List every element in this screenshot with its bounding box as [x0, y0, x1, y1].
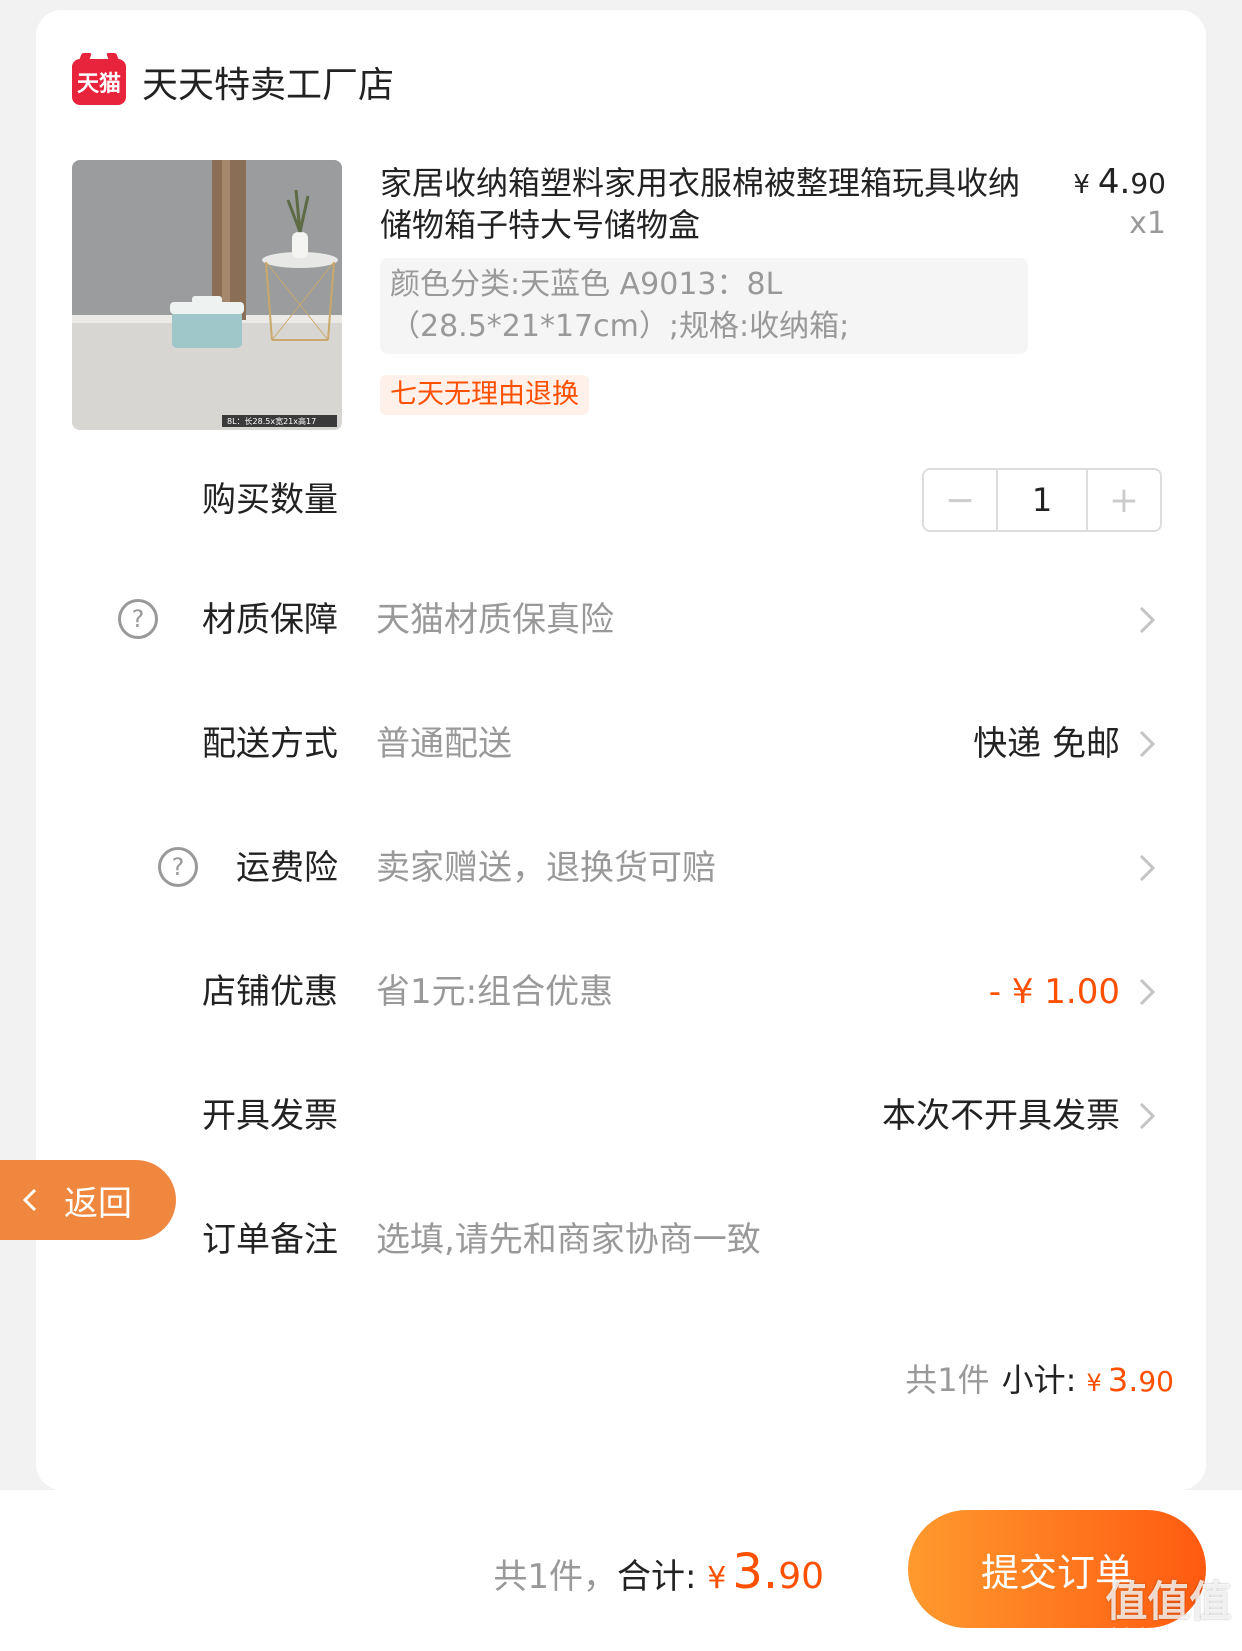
quantity-stepper[interactable]: − 1 + [922, 468, 1162, 532]
shipping-insurance-label: 运费险 [236, 848, 338, 888]
subtotal-label: 小计: [1001, 1361, 1077, 1399]
row-material-guarantee[interactable]: ? 材质保障 天猫材质保真险 [36, 580, 1206, 660]
material-desc: 天猫材质保真险 [376, 600, 614, 640]
row-shipping-insurance[interactable]: ? 运费险 卖家赠送，退换货可赔 [36, 828, 1206, 908]
product-title[interactable]: 家居收纳箱塑料家用衣服棉被整理箱玩具收纳储物箱子特大号储物盒 [380, 162, 1020, 246]
subtotal-amount: ¥3.90 [1086, 1361, 1174, 1399]
increase-button[interactable]: + [1088, 470, 1160, 530]
material-label: 材质保障 [202, 600, 338, 640]
delivery-desc: 普通配送 [376, 724, 512, 764]
product-price: ¥4.90 [1073, 162, 1166, 202]
row-delivery[interactable]: 配送方式 普通配送 快递 免邮 [36, 704, 1206, 784]
total-amount: ¥3.90 [707, 1544, 824, 1600]
decrease-button[interactable]: − [924, 470, 996, 530]
chevron-right-icon [1139, 606, 1156, 634]
chevron-right-icon [1139, 1102, 1156, 1130]
quantity-label: 购买数量 [202, 480, 338, 520]
row-invoice[interactable]: 开具发票 本次不开具发票 [36, 1076, 1206, 1156]
row-store-discount[interactable]: 店铺优惠 省1元:组合优惠 - ¥ 1.00 [36, 952, 1206, 1032]
image-caption: 8L：长28.5x宽21x高17 [227, 416, 316, 426]
row-quantity: 购买数量 − 1 + [36, 460, 1206, 540]
chevron-left-icon [22, 1188, 37, 1212]
order-note-input[interactable]: 选填,请先和商家协商一致 [376, 1200, 761, 1280]
order-card: 天猫 天天特卖工厂店 8L：长28.5x宽21x高17 家居收纳箱塑料家用衣服棉… [36, 10, 1206, 1490]
back-label: 返回 [64, 1183, 132, 1224]
delivery-value: 快递 免邮 [973, 724, 1120, 764]
watermark: 值值值 zhizhizhi.com [1100, 1576, 1236, 1648]
store-discount-label: 店铺优惠 [202, 972, 338, 1012]
subtotal-count: 共1件 [905, 1361, 990, 1399]
total-count: 共1件， [493, 1557, 618, 1597]
product-price-box: ¥4.90 x1 [1073, 162, 1166, 241]
product-image[interactable]: 8L：长28.5x宽21x高17 [72, 160, 342, 430]
product-quantity: x1 [1129, 206, 1166, 241]
help-icon[interactable]: ? [158, 847, 198, 887]
shop-header[interactable]: 天猫 天天特卖工厂店 [72, 54, 394, 110]
total-label: 合计: [617, 1557, 697, 1597]
tmall-logo: 天猫 [72, 59, 126, 105]
store-discount-value: - ¥ 1.00 [988, 972, 1120, 1012]
delivery-label: 配送方式 [202, 724, 338, 764]
help-icon[interactable]: ? [118, 599, 158, 639]
subtotal: 共1件 小计: ¥3.90 [905, 1355, 1174, 1401]
invoice-label: 开具发票 [202, 1096, 338, 1136]
bottom-bar: 共1件，合计: ¥3.90 提交订单 值值值 zhizhizhi.com [0, 1490, 1242, 1651]
product-sku[interactable]: 颜色分类:天蓝色 A9013：8L（28.5*21*17cm）;规格:收纳箱; [380, 258, 1028, 354]
shipping-insurance-desc: 卖家赠送，退换货可赔 [376, 848, 716, 888]
product-photo-illustration: 8L：长28.5x宽21x高17 [72, 160, 342, 430]
order-confirm-page: 天猫 天天特卖工厂店 8L：长28.5x宽21x高17 家居收纳箱塑料家用衣服棉… [0, 0, 1242, 1651]
chevron-right-icon [1139, 978, 1156, 1006]
quantity-value[interactable]: 1 [996, 470, 1088, 530]
shop-name: 天天特卖工厂店 [142, 65, 395, 106]
invoice-value: 本次不开具发票 [882, 1096, 1120, 1136]
chevron-right-icon [1139, 730, 1156, 758]
store-discount-desc: 省1元:组合优惠 [376, 972, 614, 1012]
order-total: 共1件，合计: ¥3.90 [493, 1544, 824, 1600]
return-policy-tag: 七天无理由退换 [380, 375, 589, 415]
back-button[interactable]: 返回 [0, 1160, 176, 1240]
chevron-right-icon [1139, 854, 1156, 882]
row-order-note: 订单备注 选填,请先和商家协商一致 [36, 1200, 1206, 1280]
order-note-label: 订单备注 [202, 1220, 338, 1260]
